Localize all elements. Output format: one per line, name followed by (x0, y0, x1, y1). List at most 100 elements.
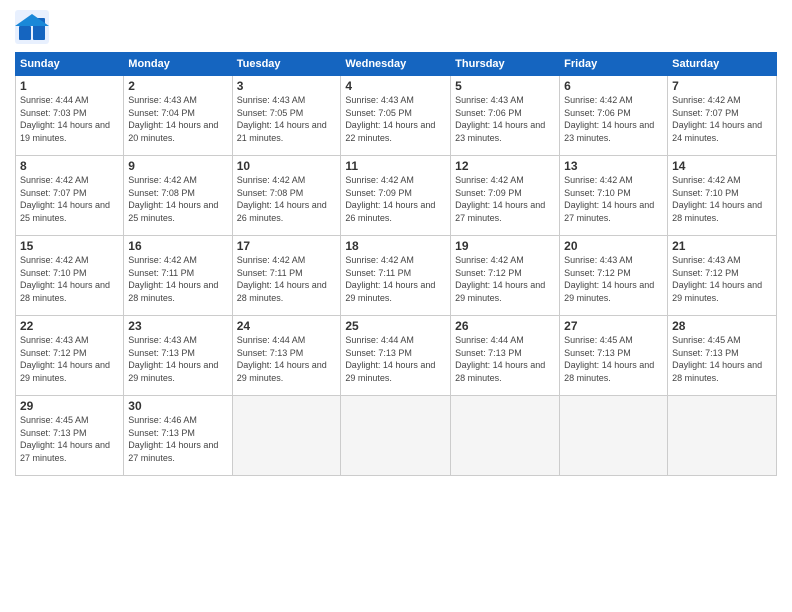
calendar-day-cell (668, 396, 777, 476)
day-number: 18 (345, 239, 446, 253)
calendar-day-cell (451, 396, 560, 476)
day-info: Sunrise: 4:42 AM Sunset: 7:07 PM Dayligh… (672, 94, 772, 144)
col-friday: Friday (560, 53, 668, 76)
calendar-table: Sunday Monday Tuesday Wednesday Thursday… (15, 52, 777, 476)
calendar-day-cell: 17 Sunrise: 4:42 AM Sunset: 7:11 PM Dayl… (232, 236, 341, 316)
day-number: 8 (20, 159, 119, 173)
calendar-day-cell: 8 Sunrise: 4:42 AM Sunset: 7:07 PM Dayli… (16, 156, 124, 236)
day-info: Sunrise: 4:42 AM Sunset: 7:07 PM Dayligh… (20, 174, 119, 224)
day-number: 26 (455, 319, 555, 333)
calendar-day-cell: 12 Sunrise: 4:42 AM Sunset: 7:09 PM Dayl… (451, 156, 560, 236)
day-info: Sunrise: 4:45 AM Sunset: 7:13 PM Dayligh… (672, 334, 772, 384)
day-number: 24 (237, 319, 337, 333)
day-number: 11 (345, 159, 446, 173)
day-info: Sunrise: 4:44 AM Sunset: 7:03 PM Dayligh… (20, 94, 119, 144)
day-number: 13 (564, 159, 663, 173)
day-number: 9 (128, 159, 227, 173)
day-info: Sunrise: 4:42 AM Sunset: 7:10 PM Dayligh… (672, 174, 772, 224)
col-monday: Monday (124, 53, 232, 76)
day-number: 23 (128, 319, 227, 333)
calendar-day-cell: 4 Sunrise: 4:43 AM Sunset: 7:05 PM Dayli… (341, 76, 451, 156)
calendar-day-cell: 15 Sunrise: 4:42 AM Sunset: 7:10 PM Dayl… (16, 236, 124, 316)
day-number: 2 (128, 79, 227, 93)
day-number: 12 (455, 159, 555, 173)
day-info: Sunrise: 4:42 AM Sunset: 7:08 PM Dayligh… (128, 174, 227, 224)
calendar-day-cell (560, 396, 668, 476)
day-info: Sunrise: 4:44 AM Sunset: 7:13 PM Dayligh… (237, 334, 337, 384)
calendar-day-cell: 27 Sunrise: 4:45 AM Sunset: 7:13 PM Dayl… (560, 316, 668, 396)
day-info: Sunrise: 4:43 AM Sunset: 7:12 PM Dayligh… (20, 334, 119, 384)
calendar-day-cell: 1 Sunrise: 4:44 AM Sunset: 7:03 PM Dayli… (16, 76, 124, 156)
calendar-week-row: 15 Sunrise: 4:42 AM Sunset: 7:10 PM Dayl… (16, 236, 777, 316)
page: Sunday Monday Tuesday Wednesday Thursday… (0, 0, 792, 612)
calendar-day-cell: 7 Sunrise: 4:42 AM Sunset: 7:07 PM Dayli… (668, 76, 777, 156)
calendar-day-cell: 5 Sunrise: 4:43 AM Sunset: 7:06 PM Dayli… (451, 76, 560, 156)
day-number: 29 (20, 399, 119, 413)
calendar-header-row: Sunday Monday Tuesday Wednesday Thursday… (16, 53, 777, 76)
calendar-day-cell: 13 Sunrise: 4:42 AM Sunset: 7:10 PM Dayl… (560, 156, 668, 236)
day-number: 6 (564, 79, 663, 93)
day-number: 22 (20, 319, 119, 333)
day-info: Sunrise: 4:46 AM Sunset: 7:13 PM Dayligh… (128, 414, 227, 464)
day-number: 21 (672, 239, 772, 253)
day-info: Sunrise: 4:43 AM Sunset: 7:13 PM Dayligh… (128, 334, 227, 384)
day-info: Sunrise: 4:42 AM Sunset: 7:11 PM Dayligh… (237, 254, 337, 304)
col-sunday: Sunday (16, 53, 124, 76)
day-number: 16 (128, 239, 227, 253)
day-info: Sunrise: 4:44 AM Sunset: 7:13 PM Dayligh… (345, 334, 446, 384)
day-info: Sunrise: 4:42 AM Sunset: 7:10 PM Dayligh… (20, 254, 119, 304)
calendar-day-cell: 6 Sunrise: 4:42 AM Sunset: 7:06 PM Dayli… (560, 76, 668, 156)
calendar-week-row: 8 Sunrise: 4:42 AM Sunset: 7:07 PM Dayli… (16, 156, 777, 236)
day-info: Sunrise: 4:43 AM Sunset: 7:04 PM Dayligh… (128, 94, 227, 144)
day-number: 3 (237, 79, 337, 93)
calendar-day-cell: 2 Sunrise: 4:43 AM Sunset: 7:04 PM Dayli… (124, 76, 232, 156)
day-info: Sunrise: 4:43 AM Sunset: 7:12 PM Dayligh… (672, 254, 772, 304)
day-number: 25 (345, 319, 446, 333)
day-number: 27 (564, 319, 663, 333)
calendar-day-cell: 18 Sunrise: 4:42 AM Sunset: 7:11 PM Dayl… (341, 236, 451, 316)
calendar-day-cell: 10 Sunrise: 4:42 AM Sunset: 7:08 PM Dayl… (232, 156, 341, 236)
day-number: 19 (455, 239, 555, 253)
calendar-day-cell: 9 Sunrise: 4:42 AM Sunset: 7:08 PM Dayli… (124, 156, 232, 236)
day-info: Sunrise: 4:45 AM Sunset: 7:13 PM Dayligh… (564, 334, 663, 384)
calendar-day-cell: 26 Sunrise: 4:44 AM Sunset: 7:13 PM Dayl… (451, 316, 560, 396)
calendar-week-row: 29 Sunrise: 4:45 AM Sunset: 7:13 PM Dayl… (16, 396, 777, 476)
day-number: 10 (237, 159, 337, 173)
calendar-day-cell: 22 Sunrise: 4:43 AM Sunset: 7:12 PM Dayl… (16, 316, 124, 396)
calendar-day-cell: 30 Sunrise: 4:46 AM Sunset: 7:13 PM Dayl… (124, 396, 232, 476)
day-number: 1 (20, 79, 119, 93)
col-tuesday: Tuesday (232, 53, 341, 76)
day-info: Sunrise: 4:42 AM Sunset: 7:12 PM Dayligh… (455, 254, 555, 304)
day-info: Sunrise: 4:42 AM Sunset: 7:11 PM Dayligh… (345, 254, 446, 304)
day-info: Sunrise: 4:43 AM Sunset: 7:05 PM Dayligh… (237, 94, 337, 144)
day-number: 14 (672, 159, 772, 173)
calendar-day-cell: 23 Sunrise: 4:43 AM Sunset: 7:13 PM Dayl… (124, 316, 232, 396)
day-number: 17 (237, 239, 337, 253)
calendar-day-cell (232, 396, 341, 476)
day-number: 15 (20, 239, 119, 253)
calendar-day-cell (341, 396, 451, 476)
calendar-week-row: 1 Sunrise: 4:44 AM Sunset: 7:03 PM Dayli… (16, 76, 777, 156)
calendar-day-cell: 25 Sunrise: 4:44 AM Sunset: 7:13 PM Dayl… (341, 316, 451, 396)
day-number: 5 (455, 79, 555, 93)
col-thursday: Thursday (451, 53, 560, 76)
calendar-week-row: 22 Sunrise: 4:43 AM Sunset: 7:12 PM Dayl… (16, 316, 777, 396)
day-number: 7 (672, 79, 772, 93)
calendar-day-cell: 19 Sunrise: 4:42 AM Sunset: 7:12 PM Dayl… (451, 236, 560, 316)
calendar-day-cell: 20 Sunrise: 4:43 AM Sunset: 7:12 PM Dayl… (560, 236, 668, 316)
day-info: Sunrise: 4:43 AM Sunset: 7:05 PM Dayligh… (345, 94, 446, 144)
calendar-day-cell: 29 Sunrise: 4:45 AM Sunset: 7:13 PM Dayl… (16, 396, 124, 476)
day-number: 28 (672, 319, 772, 333)
logo-icon (15, 10, 49, 44)
day-info: Sunrise: 4:42 AM Sunset: 7:10 PM Dayligh… (564, 174, 663, 224)
col-saturday: Saturday (668, 53, 777, 76)
day-info: Sunrise: 4:44 AM Sunset: 7:13 PM Dayligh… (455, 334, 555, 384)
day-number: 30 (128, 399, 227, 413)
day-info: Sunrise: 4:42 AM Sunset: 7:11 PM Dayligh… (128, 254, 227, 304)
calendar-day-cell: 16 Sunrise: 4:42 AM Sunset: 7:11 PM Dayl… (124, 236, 232, 316)
col-wednesday: Wednesday (341, 53, 451, 76)
day-info: Sunrise: 4:42 AM Sunset: 7:09 PM Dayligh… (345, 174, 446, 224)
calendar-day-cell: 21 Sunrise: 4:43 AM Sunset: 7:12 PM Dayl… (668, 236, 777, 316)
day-info: Sunrise: 4:45 AM Sunset: 7:13 PM Dayligh… (20, 414, 119, 464)
day-number: 20 (564, 239, 663, 253)
